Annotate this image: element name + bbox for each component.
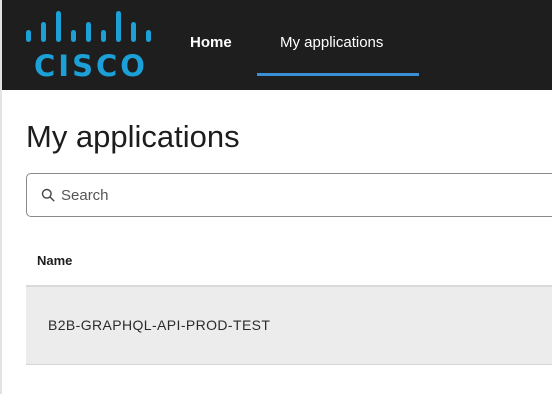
column-header-name[interactable]: Name xyxy=(37,253,72,269)
active-nav-indicator xyxy=(257,73,419,76)
cisco-bridge-icon xyxy=(26,11,151,42)
logo-wordmark: CISCO xyxy=(34,49,148,83)
nav-my-applications-link[interactable]: My applications xyxy=(280,34,383,52)
application-name[interactable]: B2B-GRAPHQL-API-PROD-TEST xyxy=(48,317,270,334)
nav-home-link[interactable]: Home xyxy=(190,34,232,52)
page-title: My applications xyxy=(26,119,240,154)
page: CISCO Home My applications My applicatio… xyxy=(0,0,552,394)
search-icon xyxy=(41,188,55,202)
search-input[interactable] xyxy=(61,184,461,206)
cisco-logo[interactable]: CISCO xyxy=(24,10,164,82)
table-row[interactable]: B2B-GRAPHQL-API-PROD-TEST xyxy=(26,287,552,365)
top-navigation-bar: CISCO Home My applications xyxy=(2,0,552,90)
search-box[interactable] xyxy=(26,173,552,217)
